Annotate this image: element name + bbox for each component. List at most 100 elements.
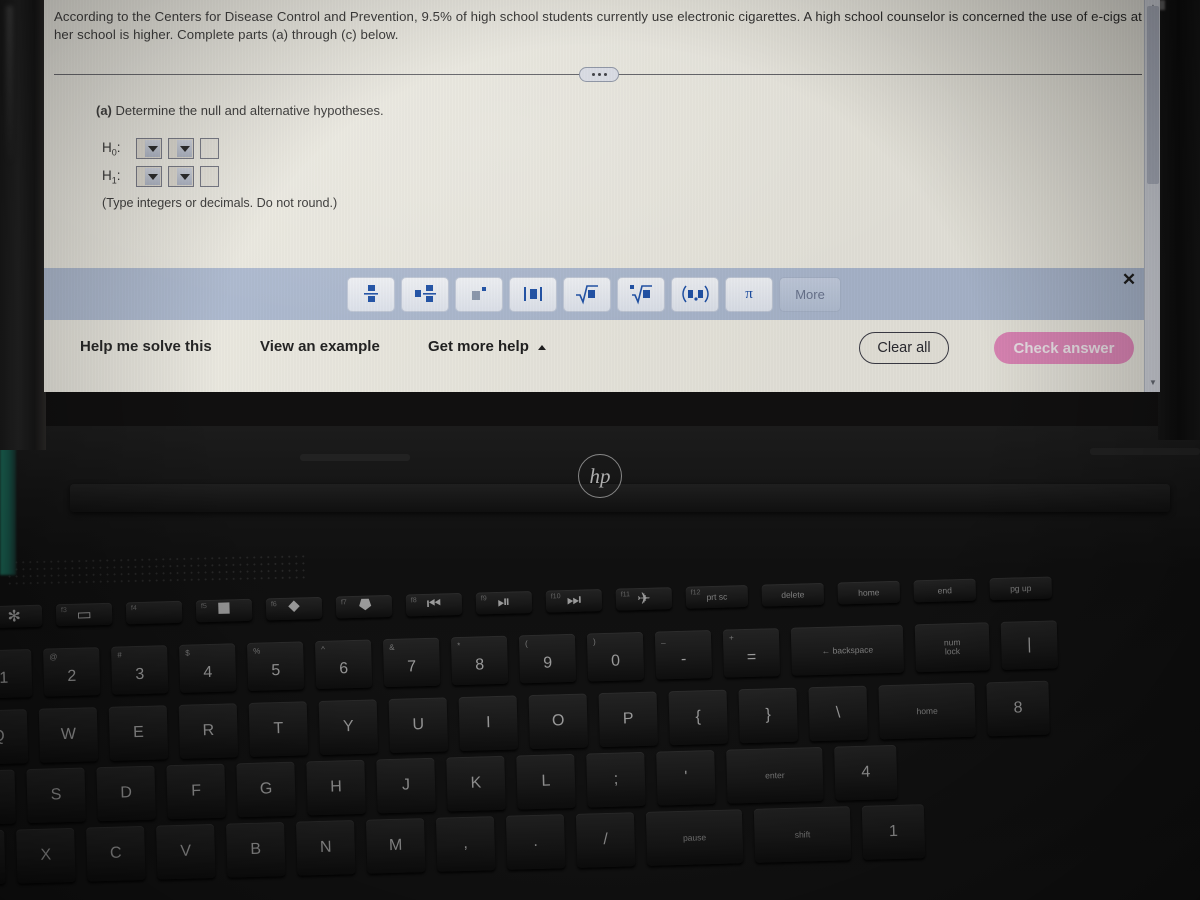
key-4[interactable]: 4: [834, 744, 898, 801]
ordered-pair-button[interactable]: [671, 276, 719, 312]
key-}[interactable]: }: [738, 687, 798, 744]
key-n[interactable]: N: [295, 820, 356, 876]
key-3[interactable]: #3: [111, 645, 169, 695]
key-m[interactable]: M: [365, 818, 426, 874]
nth-root-button[interactable]: [617, 276, 665, 312]
key-label: F: [190, 782, 202, 800]
clear-all-button[interactable]: Clear all: [859, 332, 949, 364]
key-|[interactable]: |: [1000, 620, 1059, 670]
key-f7[interactable]: f7 ⯂: [335, 594, 393, 619]
key-f4[interactable]: f4: [125, 600, 183, 625]
key-v[interactable]: V: [156, 823, 216, 880]
h1-value-input[interactable]: [200, 166, 219, 187]
more-button[interactable]: More: [779, 276, 841, 312]
key-d[interactable]: D: [96, 765, 156, 822]
mixed-fraction-button[interactable]: [401, 276, 449, 312]
key-a[interactable]: A: [0, 769, 16, 826]
chevron-down-icon: [177, 140, 192, 157]
scroll-down-arrow[interactable]: ▼: [1148, 378, 1158, 388]
key-0[interactable]: ) 0: [586, 631, 645, 682]
help-me-solve-this-link[interactable]: Help me solve this: [80, 338, 212, 355]
page-scrollbar[interactable]: ▲ ▼: [1144, 0, 1160, 392]
key-f8[interactable]: f8 ⏮: [405, 592, 463, 617]
key-prt sc[interactable]: f12 prt sc: [685, 584, 749, 609]
key-enter[interactable]: enter: [726, 746, 824, 804]
key-r[interactable]: R: [178, 703, 239, 759]
check-answer-button[interactable]: Check answer: [994, 332, 1134, 364]
key-shift[interactable]: shift: [753, 806, 852, 863]
key-h[interactable]: H: [306, 759, 366, 816]
absolute-value-button[interactable]: [509, 276, 557, 312]
fraction-button[interactable]: [347, 276, 395, 312]
key-8[interactable]: 8: [986, 680, 1050, 737]
key-f3[interactable]: f3 ▭: [55, 602, 113, 627]
key-k[interactable]: K: [446, 755, 506, 812]
key--[interactable]: _ -: [654, 630, 713, 680]
key-f2[interactable]: f2✻: [0, 604, 43, 629]
h0-value-input[interactable]: [200, 138, 219, 159]
key-home[interactable]: home: [878, 682, 976, 740]
key-s[interactable]: S: [26, 767, 86, 824]
key-1[interactable]: 1: [861, 804, 926, 860]
key-t[interactable]: T: [248, 701, 309, 757]
h0-dropdown-1[interactable]: [136, 138, 162, 159]
laptop-keyboard[interactable]: f2✻ f3 ▭ f4 f5 ⯀ f6 ⯁ f7 ⯂ f8 ⏮ f9 ⏯ f10 ⏭ f11 ✈ f12 prt sc…: [0, 563, 1200, 900]
key-i[interactable]: I: [458, 695, 519, 752]
key-pause[interactable]: pause: [645, 809, 744, 866]
view-an-example-link[interactable]: View an example: [260, 338, 380, 355]
square-root-button[interactable]: [563, 276, 611, 312]
key-end[interactable]: end: [913, 578, 977, 603]
key-,[interactable]: ,: [435, 816, 496, 872]
h0-dropdown-2[interactable]: [168, 138, 194, 159]
key-z[interactable]: Z: [0, 829, 6, 886]
key-1[interactable]: !1: [0, 648, 33, 699]
key-5[interactable]: % 5: [246, 641, 305, 691]
key-e[interactable]: E: [108, 705, 169, 761]
key-p[interactable]: P: [598, 691, 659, 748]
key-4[interactable]: $4: [179, 643, 237, 693]
key-9[interactable]: (9: [518, 633, 577, 684]
key-q[interactable]: Q: [0, 709, 29, 765]
key-f[interactable]: F: [166, 763, 226, 820]
key-f10[interactable]: f10 ⏭: [545, 589, 603, 613]
key-l[interactable]: L: [516, 753, 576, 810]
key-f9[interactable]: f9 ⏯: [475, 590, 533, 615]
h1-dropdown-2[interactable]: [168, 166, 194, 187]
key-u[interactable]: U: [388, 697, 449, 754]
key-=[interactable]: + =: [722, 628, 781, 678]
key-backspace[interactable]: ← backspace: [790, 624, 905, 676]
key-6[interactable]: ^ 6: [314, 639, 373, 690]
key-8[interactable]: * 8: [450, 635, 509, 686]
key-home[interactable]: home: [837, 580, 901, 605]
key-\[interactable]: \: [808, 685, 868, 742]
key-2[interactable]: @2: [43, 647, 101, 697]
close-icon[interactable]: ✕: [1119, 270, 1139, 290]
key-delete[interactable]: delete: [761, 582, 825, 607]
key-j[interactable]: J: [376, 757, 436, 814]
key-w[interactable]: W: [38, 707, 99, 763]
key-b[interactable]: B: [226, 821, 286, 878]
key-.[interactable]: .: [505, 814, 566, 870]
part-a-prompt: (a) Determine the null and alternative h…: [96, 103, 384, 118]
pi-button[interactable]: π: [725, 276, 773, 312]
h1-dropdown-1[interactable]: [136, 166, 162, 187]
key-g[interactable]: G: [236, 761, 296, 818]
key-'[interactable]: ': [656, 749, 716, 806]
key-c[interactable]: C: [86, 825, 146, 882]
exponent-button[interactable]: [455, 276, 503, 312]
key-/[interactable]: /: [575, 812, 636, 868]
key-o[interactable]: O: [528, 693, 589, 750]
key-pg up[interactable]: pg up: [989, 576, 1053, 601]
ellipsis-expand-button[interactable]: [579, 67, 619, 82]
key-x[interactable]: X: [16, 827, 76, 884]
key-f5[interactable]: f5 ⯀: [195, 598, 253, 623]
key-;[interactable]: ;: [586, 751, 646, 808]
key-{[interactable]: {: [668, 689, 728, 746]
scrollbar-thumb[interactable]: [1147, 6, 1159, 184]
key-f11[interactable]: f11 ✈: [615, 587, 673, 611]
get-more-help-link[interactable]: Get more help: [428, 338, 547, 355]
key-7[interactable]: & 7: [382, 637, 441, 688]
key-num lock[interactable]: num lock: [914, 622, 991, 673]
key-y[interactable]: Y: [318, 699, 379, 755]
key-f6[interactable]: f6 ⯁: [265, 596, 323, 621]
